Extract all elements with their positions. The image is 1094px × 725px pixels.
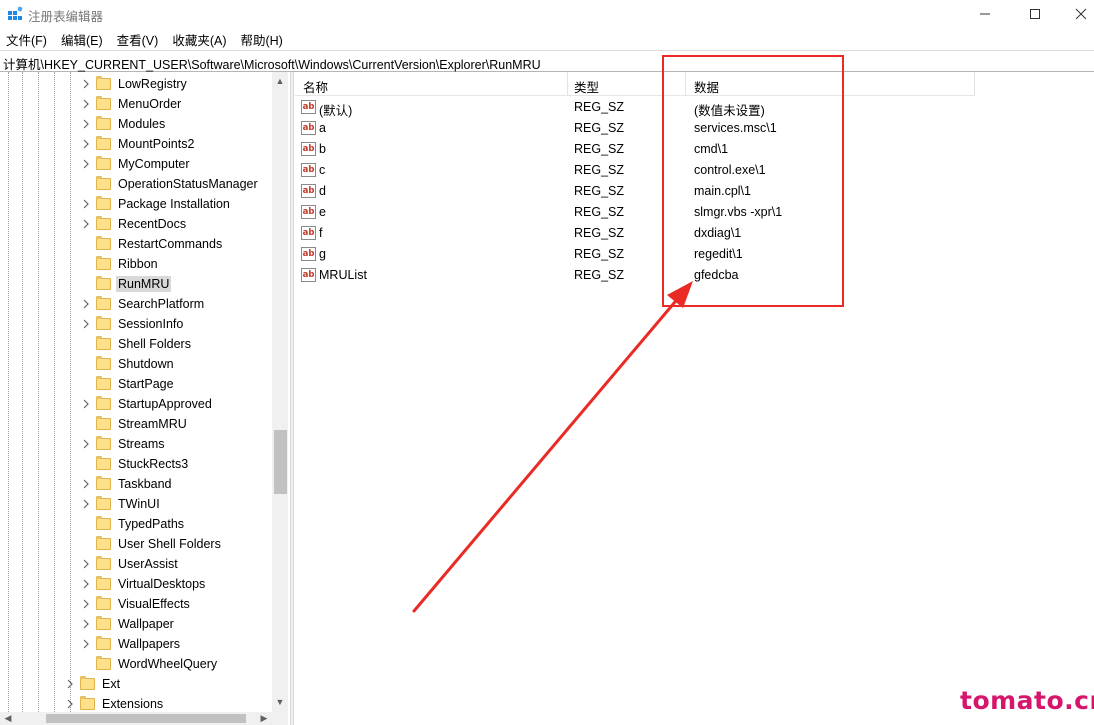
watermark-text: tomato.cm [960,686,1094,715]
annotation-arrow [412,281,693,613]
